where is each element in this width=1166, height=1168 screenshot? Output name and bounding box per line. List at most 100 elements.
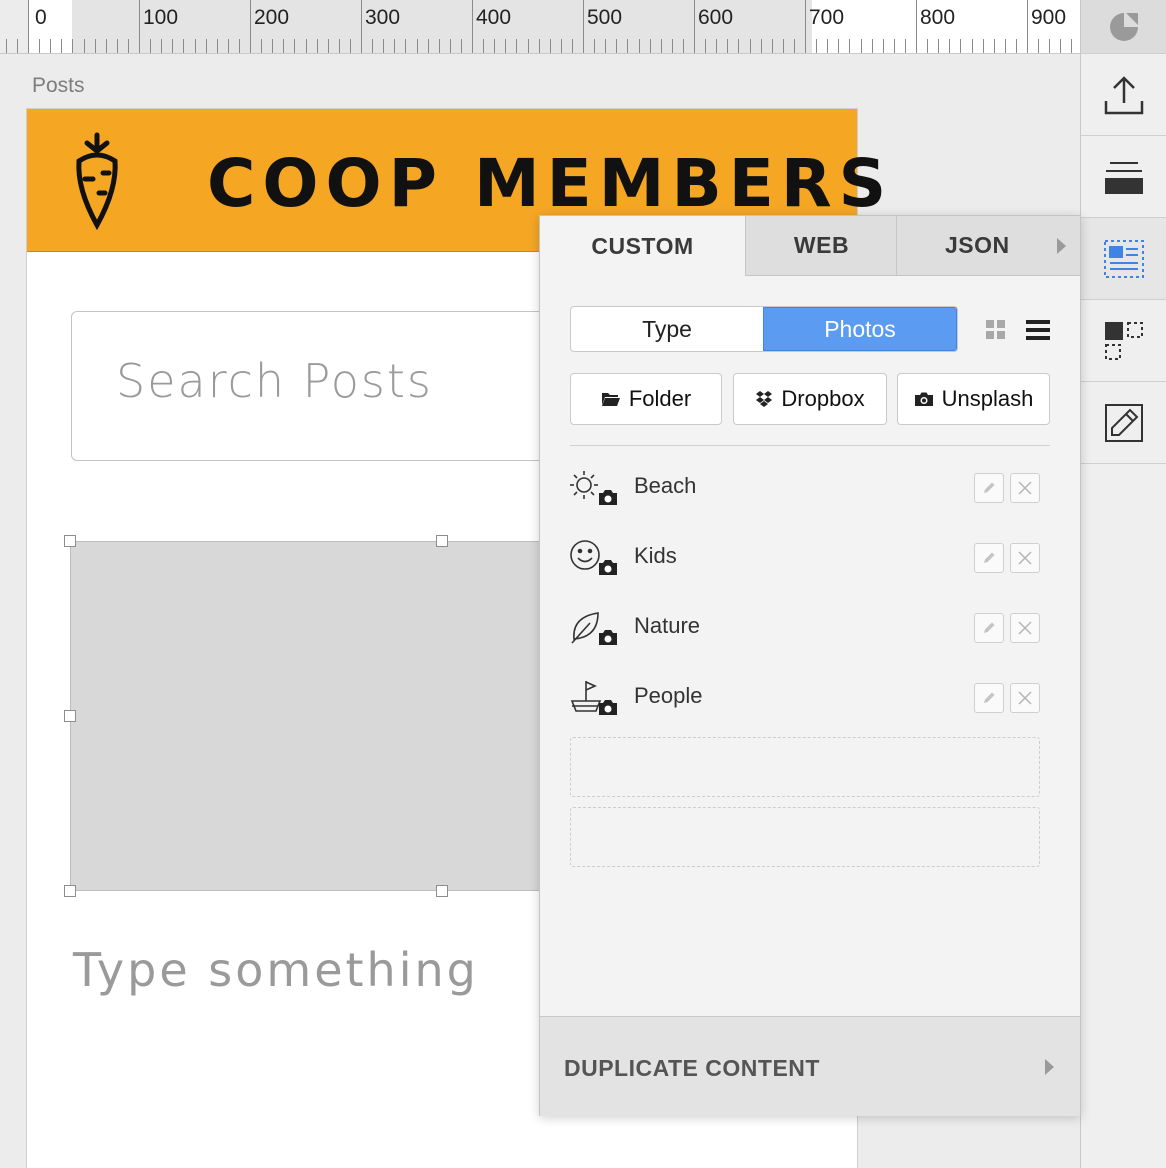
ruler-tick <box>661 39 662 53</box>
resize-handle[interactable] <box>64 710 76 722</box>
ruler-tick <box>161 39 162 53</box>
sun-camera-icon <box>570 471 617 505</box>
photos-toggle-button[interactable]: Photos <box>763 307 957 351</box>
collection-item-people[interactable]: People <box>570 673 1050 723</box>
ruler-tick <box>960 39 961 53</box>
tab-web[interactable]: WEB <box>745 216 897 276</box>
resize-handle[interactable] <box>64 535 76 547</box>
ruler-tick <box>583 0 584 53</box>
delete-button[interactable] <box>1010 683 1040 713</box>
collection-item-beach[interactable]: Beach <box>570 463 1050 513</box>
tab-custom[interactable]: CUSTOM <box>540 216 745 276</box>
tab-json[interactable]: JSON <box>896 216 1080 276</box>
ruler-tick <box>750 39 751 53</box>
ruler-tick <box>317 39 318 53</box>
ruler-tick <box>372 39 373 53</box>
edit-button[interactable] <box>974 613 1004 643</box>
edit-button[interactable] <box>974 543 1004 573</box>
ruler-tick <box>6 39 7 53</box>
ruler-tick <box>50 39 51 53</box>
delete-button[interactable] <box>1010 473 1040 503</box>
ruler-tick <box>894 39 895 53</box>
unsplash-button[interactable]: Unsplash <box>897 373 1050 425</box>
ruler-tick <box>816 39 817 53</box>
edit-button[interactable] <box>974 683 1004 713</box>
ruler-tick <box>428 39 429 53</box>
logo-icon <box>1110 12 1138 41</box>
hero-title[interactable]: COOP MEMBERS <box>207 145 893 222</box>
unsplash-button-label: Unsplash <box>941 386 1034 411</box>
boat-camera-icon <box>570 681 617 715</box>
export-icon <box>1104 75 1144 114</box>
ruler-tick <box>306 39 307 53</box>
layout-button[interactable] <box>1081 300 1166 382</box>
ruler-tick <box>616 39 617 53</box>
ruler-tick <box>95 39 96 53</box>
layout-icon <box>1105 321 1143 360</box>
ruler-tick <box>483 39 484 53</box>
repeat-grid-button[interactable] <box>1081 136 1166 218</box>
list-view-icon[interactable] <box>1026 320 1050 340</box>
leaf-camera-icon <box>571 612 617 645</box>
ruler-tick <box>528 39 529 53</box>
ruler-tick <box>339 39 340 53</box>
content-panel-button[interactable] <box>1081 218 1166 300</box>
ruler-tick <box>938 39 939 53</box>
text-placeholder[interactable]: Type something <box>73 943 479 997</box>
edit-symbol-button[interactable] <box>1081 382 1166 464</box>
delete-button[interactable] <box>1010 613 1040 643</box>
collection-item-nature[interactable]: Nature <box>570 603 1050 653</box>
ruler-tick <box>394 39 395 53</box>
ruler-tick <box>627 39 628 53</box>
ruler-tick <box>861 39 862 53</box>
empty-collection-slot[interactable] <box>570 807 1040 867</box>
resize-handle[interactable] <box>436 885 448 897</box>
ruler-tick <box>605 39 606 53</box>
dropbox-button[interactable]: Dropbox <box>733 373 887 425</box>
ruler-tick <box>117 39 118 53</box>
resize-handle[interactable] <box>436 535 448 547</box>
right-toolbar <box>1080 0 1166 1168</box>
pencil-icon <box>984 692 995 703</box>
ruler-tick <box>361 0 362 53</box>
ruler-label: 300 <box>365 6 401 29</box>
ruler-tick <box>1027 0 1028 53</box>
ruler-tick <box>672 39 673 53</box>
ruler-tick <box>84 39 85 53</box>
collection-label: Beach <box>634 473 697 498</box>
ruler-tick <box>994 39 995 53</box>
artboard-label[interactable]: Posts <box>32 74 85 98</box>
ruler-tick <box>206 39 207 53</box>
app-logo[interactable] <box>1081 0 1166 54</box>
edit-button[interactable] <box>974 473 1004 503</box>
ruler-label: 0 <box>35 6 47 29</box>
ruler-tick <box>561 39 562 53</box>
content-icon <box>1104 239 1144 278</box>
ruler-tick <box>106 39 107 53</box>
ruler-tick <box>250 0 251 53</box>
duplicate-content-bar[interactable]: DUPLICATE CONTENT <box>540 1016 1080 1116</box>
dropbox-button-label: Dropbox <box>781 386 865 411</box>
ruler-tick <box>1005 39 1006 53</box>
ruler-label: 500 <box>587 6 623 29</box>
ruler-tick <box>1016 39 1017 53</box>
ruler-label: 100 <box>143 6 179 29</box>
ruler-tick <box>217 39 218 53</box>
resize-handle[interactable] <box>64 885 76 897</box>
grid-view-icon[interactable] <box>986 320 1006 340</box>
ruler-tick <box>727 39 728 53</box>
type-toggle-button[interactable]: Type <box>571 307 763 351</box>
ruler-tick <box>849 39 850 53</box>
export-button[interactable] <box>1081 54 1166 136</box>
edit-symbol-icon <box>1105 403 1143 442</box>
delete-button[interactable] <box>1010 543 1040 573</box>
carrot-icon <box>76 132 118 231</box>
ruler-tick <box>738 39 739 53</box>
duplicate-content-label: DUPLICATE CONTENT <box>564 1055 820 1081</box>
ruler-tick <box>650 39 651 53</box>
divider <box>570 445 1050 446</box>
folder-button[interactable]: Folder <box>570 373 722 425</box>
empty-collection-slot[interactable] <box>570 737 1040 797</box>
collection-item-kids[interactable]: Kids <box>570 533 1050 583</box>
pencil-icon <box>984 552 995 563</box>
